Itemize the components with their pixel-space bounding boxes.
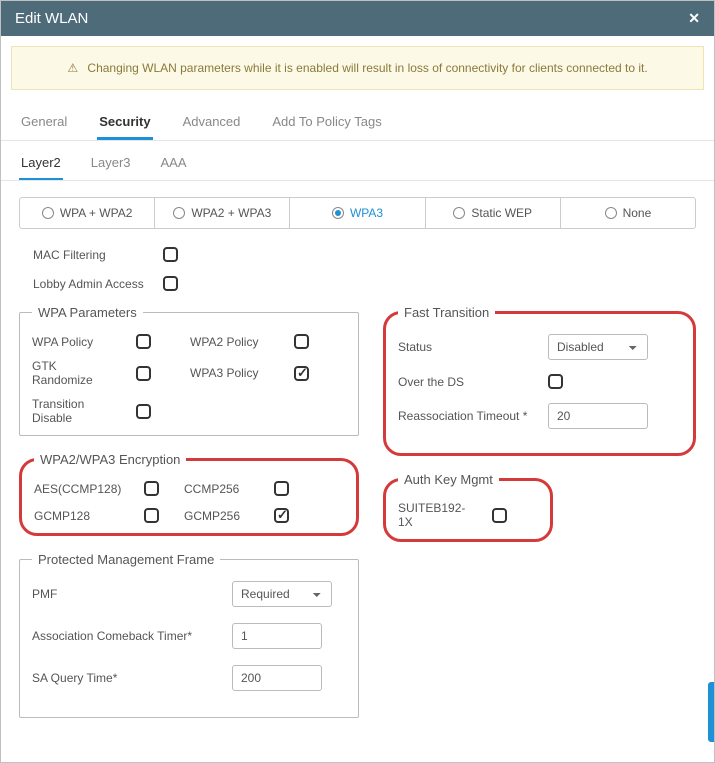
wpa-mode-static-wep[interactable]: Static WEP xyxy=(426,198,561,228)
aes-ccmp128-label: AES(CCMP128) xyxy=(34,482,134,496)
subtab-layer2[interactable]: Layer2 xyxy=(19,151,63,180)
wpa3-policy-label: WPA3 Policy xyxy=(190,366,270,380)
transition-disable-checkbox[interactable] xyxy=(136,404,151,419)
pmf-label: PMF xyxy=(32,587,232,601)
sa-query-input[interactable] xyxy=(232,665,322,691)
fast-transition-group: Fast Transition Status Disabled Over the… xyxy=(383,305,696,456)
auth-key-mgmt-group: Auth Key Mgmt SUITEB192-1X xyxy=(383,472,553,542)
mac-filtering-label: MAC Filtering xyxy=(33,248,163,262)
main-tabs: General Security Advanced Add To Policy … xyxy=(1,100,714,141)
encryption-legend: WPA2/WPA3 Encryption xyxy=(34,452,186,467)
subtab-aaa[interactable]: AAA xyxy=(159,151,189,180)
tab-advanced[interactable]: Advanced xyxy=(181,108,243,140)
sa-query-label: SA Query Time* xyxy=(32,671,232,685)
gtk-randomize-label: GTK Randomize xyxy=(32,359,112,387)
radio-icon xyxy=(453,207,465,219)
gtk-randomize-checkbox[interactable] xyxy=(136,366,151,381)
close-icon[interactable]: ✕ xyxy=(688,10,700,27)
warning-text: Changing WLAN parameters while it is ena… xyxy=(87,61,647,75)
wpa-parameters-group: WPA Parameters WPA Policy WPA2 Policy GT… xyxy=(19,305,359,436)
ccmp256-checkbox[interactable] xyxy=(274,481,289,496)
wpa-policy-label: WPA Policy xyxy=(32,335,112,349)
radio-icon xyxy=(332,207,344,219)
suiteb192-1x-label: SUITEB192-1X xyxy=(398,501,478,529)
subtab-layer3[interactable]: Layer3 xyxy=(89,151,133,180)
encryption-group: WPA2/WPA3 Encryption AES(CCMP128) CCMP25… xyxy=(19,452,359,536)
radio-icon xyxy=(173,207,185,219)
wpa2-policy-checkbox[interactable] xyxy=(294,334,309,349)
modal-title: Edit WLAN xyxy=(15,10,88,27)
assoc-comeback-input[interactable] xyxy=(232,623,322,649)
wpa3-policy-checkbox[interactable] xyxy=(294,366,309,381)
mac-filtering-checkbox[interactable] xyxy=(163,247,178,262)
wpa-policy-checkbox[interactable] xyxy=(136,334,151,349)
tab-policy-tags[interactable]: Add To Policy Tags xyxy=(270,108,383,140)
pmf-select[interactable]: Required xyxy=(232,581,332,607)
ft-status-label: Status xyxy=(398,340,548,354)
wpa-mode-none[interactable]: None xyxy=(561,198,695,228)
reassoc-timeout-input[interactable] xyxy=(548,403,648,429)
radio-icon xyxy=(42,207,54,219)
transition-disable-label: Transition Disable xyxy=(32,397,112,425)
over-the-ds-label: Over the DS xyxy=(398,375,548,389)
wpa-parameters-legend: WPA Parameters xyxy=(32,305,143,320)
pmf-legend: Protected Management Frame xyxy=(32,552,220,567)
wpa-mode-wpa-wpa2[interactable]: WPA + WPA2 xyxy=(20,198,155,228)
over-the-ds-checkbox[interactable] xyxy=(548,374,563,389)
gcmp128-label: GCMP128 xyxy=(34,509,134,523)
ccmp256-label: CCMP256 xyxy=(184,482,264,496)
lobby-admin-checkbox[interactable] xyxy=(163,276,178,291)
fast-transition-legend: Fast Transition xyxy=(398,305,495,320)
wpa-mode-wpa3[interactable]: WPA3 xyxy=(290,198,425,228)
gcmp256-label: GCMP256 xyxy=(184,509,264,523)
auth-key-mgmt-legend: Auth Key Mgmt xyxy=(398,472,499,487)
tab-general[interactable]: General xyxy=(19,108,69,140)
reassoc-timeout-label: Reassociation Timeout * xyxy=(398,409,548,423)
pmf-group: Protected Management Frame PMF Required … xyxy=(19,552,359,718)
assoc-comeback-label: Association Comeback Timer* xyxy=(32,629,232,643)
scroll-accent xyxy=(708,682,714,742)
lobby-admin-label: Lobby Admin Access xyxy=(33,277,163,291)
aes-ccmp128-checkbox[interactable] xyxy=(144,481,159,496)
ft-status-select[interactable]: Disabled xyxy=(548,334,648,360)
gcmp256-checkbox[interactable] xyxy=(274,508,289,523)
wpa-mode-wpa2-wpa3[interactable]: WPA2 + WPA3 xyxy=(155,198,290,228)
gcmp128-checkbox[interactable] xyxy=(144,508,159,523)
warning-icon: ⚠ xyxy=(67,61,78,75)
sub-tabs: Layer2 Layer3 AAA xyxy=(1,141,714,181)
wpa2-policy-label: WPA2 Policy xyxy=(190,335,270,349)
suiteb192-1x-checkbox[interactable] xyxy=(492,508,507,523)
warning-banner: ⚠ Changing WLAN parameters while it is e… xyxy=(11,46,704,90)
wpa-mode-selector: WPA + WPA2 WPA2 + WPA3 WPA3 Static WEP N… xyxy=(19,197,696,229)
tab-security[interactable]: Security xyxy=(97,108,152,140)
radio-icon xyxy=(605,207,617,219)
